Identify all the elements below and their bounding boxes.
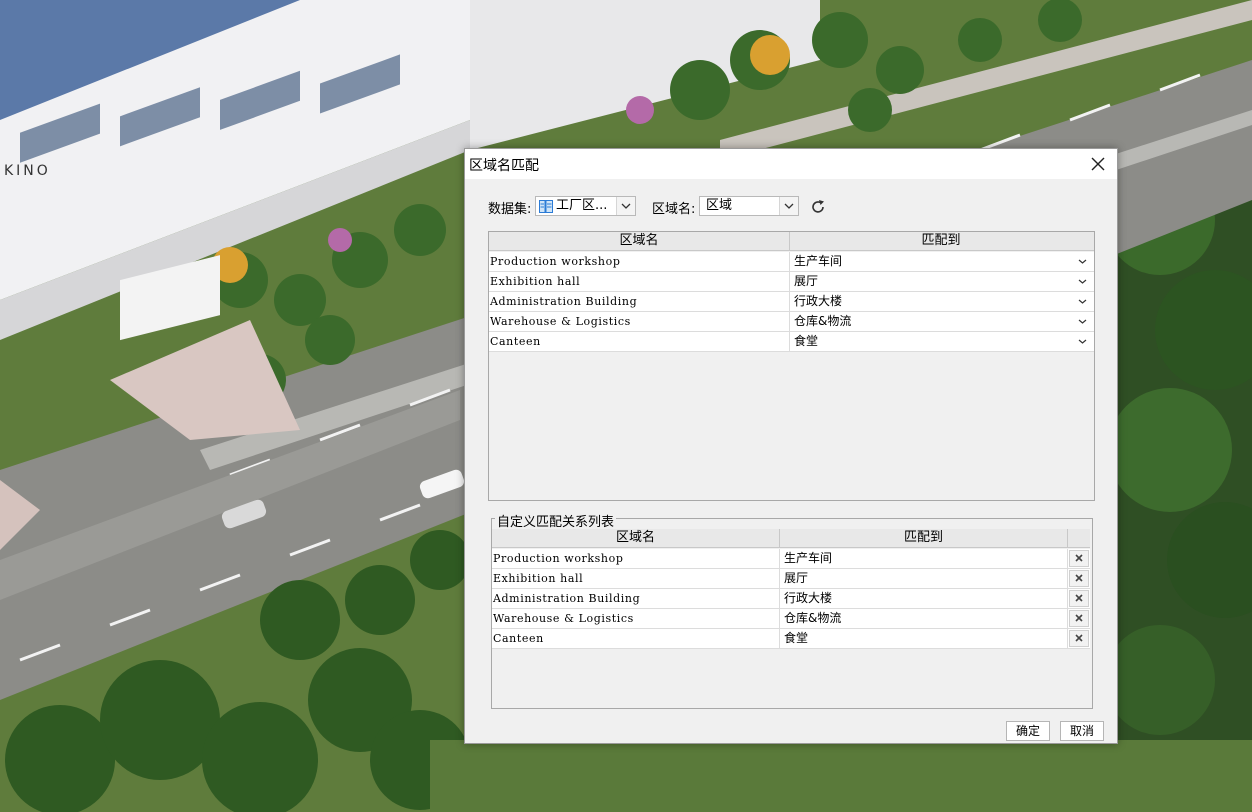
region-field-value: 区域 (706, 198, 733, 213)
building-sign: KINO (4, 163, 51, 179)
custom-header-matched-to: 匹配到 (780, 529, 1068, 547)
region-name-cell: Production workshop (489, 252, 790, 271)
custom-match-cell: 生产车间 (780, 549, 1068, 568)
table-row[interactable]: Warehouse & Logistics 仓库&物流 (489, 312, 1094, 332)
chevron-down-icon (784, 203, 794, 209)
region-name-cell: Administration Building (489, 292, 790, 311)
delete-row-button[interactable] (1069, 590, 1089, 607)
cancel-button[interactable]: 取消 (1060, 721, 1104, 741)
delete-x-icon (1075, 614, 1083, 622)
table-row[interactable]: Administration Building 行政大楼 (489, 292, 1094, 312)
region-match-dialog: 区域名匹配 数据集: 工厂区... 区域名: 区域 区域名 匹配到 Produc… (464, 148, 1118, 744)
close-button[interactable] (1087, 153, 1109, 175)
match-combobox-cell[interactable]: 仓库&物流 (790, 312, 1092, 331)
ok-button[interactable]: 确定 (1006, 721, 1050, 741)
table-row[interactable]: Exhibition hall 展厅 (489, 272, 1094, 292)
match-dropdown-arrow[interactable] (1074, 252, 1090, 271)
table-row[interactable]: Canteen 食堂 (492, 629, 1090, 649)
custom-match-cell: 食堂 (780, 629, 1068, 648)
match-table-header: 区域名 匹配到 (489, 232, 1094, 251)
dataset-dropdown-arrow[interactable] (616, 197, 635, 215)
match-dropdown-arrow[interactable] (1074, 312, 1090, 331)
delete-row-button[interactable] (1069, 570, 1089, 587)
region-name-cell: Warehouse & Logistics (489, 312, 790, 331)
match-value: 行政大楼 (794, 294, 843, 308)
region-field-dropdown-arrow[interactable] (779, 197, 798, 215)
chevron-down-icon (1078, 319, 1087, 324)
match-value: 展厅 (794, 274, 819, 288)
custom-region-name-cell: Canteen (492, 629, 780, 648)
table-row[interactable]: Production workshop 生产车间 (492, 549, 1090, 569)
chevron-down-icon (1078, 279, 1087, 284)
custom-header-action (1068, 529, 1088, 547)
match-header-matched-to: 匹配到 (921, 233, 961, 248)
custom-match-cell: 展厅 (780, 569, 1068, 588)
delete-x-icon (1075, 594, 1083, 602)
match-header-region-name: 区域名 (489, 232, 790, 250)
delete-x-icon (1075, 634, 1083, 642)
match-combobox-cell[interactable]: 展厅 (790, 272, 1092, 291)
match-dropdown-arrow[interactable] (1074, 332, 1090, 351)
dataset-label: 数据集: (488, 202, 532, 217)
dialog-title: 区域名匹配 (469, 158, 539, 174)
match-dropdown-arrow[interactable] (1074, 292, 1090, 311)
region-match-table: 区域名 匹配到 Production workshop 生产车间 Exhibit… (488, 231, 1095, 501)
region-name-cell: Exhibition hall (489, 272, 790, 291)
region-name-cell: Canteen (489, 332, 790, 351)
chevron-down-icon (1078, 339, 1087, 344)
delete-x-icon (1075, 554, 1083, 562)
chevron-down-icon (621, 203, 631, 209)
delete-row-button[interactable] (1069, 630, 1089, 647)
table-row[interactable]: Production workshop 生产车间 (489, 252, 1094, 272)
match-value: 仓库&物流 (794, 314, 852, 328)
region-field-label: 区域名: (652, 202, 696, 217)
table-row[interactable]: Warehouse & Logistics 仓库&物流 (492, 609, 1090, 629)
table-row[interactable]: Administration Building 行政大楼 (492, 589, 1090, 609)
match-combobox-cell[interactable]: 生产车间 (790, 252, 1092, 271)
custom-region-name-cell: Exhibition hall (492, 569, 780, 588)
table-row[interactable]: Canteen 食堂 (489, 332, 1094, 352)
refresh-icon (812, 200, 824, 213)
match-value: 生产车间 (794, 254, 843, 268)
custom-region-name-cell: Warehouse & Logistics (492, 609, 780, 628)
custom-header-region-name: 区域名 (492, 529, 780, 547)
delete-x-icon (1075, 574, 1083, 582)
match-combobox-cell[interactable]: 食堂 (790, 332, 1092, 351)
custom-match-cell: 仓库&物流 (780, 609, 1068, 628)
chevron-down-icon (1078, 299, 1087, 304)
custom-region-name-cell: Production workshop (492, 549, 780, 568)
table-row[interactable]: Exhibition hall 展厅 (492, 569, 1090, 589)
dataset-combobox[interactable]: 工厂区... (535, 196, 636, 216)
custom-table-empty-area (492, 649, 1090, 705)
custom-match-group-title: 自定义匹配关系列表 (495, 511, 617, 530)
dataset-icon (539, 200, 553, 219)
delete-row-button[interactable] (1069, 550, 1089, 567)
chevron-down-icon (1078, 259, 1087, 264)
custom-table-header: 区域名 匹配到 (492, 529, 1090, 548)
match-combobox-cell[interactable]: 行政大楼 (790, 292, 1092, 311)
refresh-button[interactable] (809, 198, 827, 216)
match-dropdown-arrow[interactable] (1074, 272, 1090, 291)
delete-row-button[interactable] (1069, 610, 1089, 627)
close-icon (1091, 157, 1105, 171)
custom-match-cell: 行政大楼 (780, 589, 1068, 608)
region-field-combobox[interactable]: 区域 (699, 196, 799, 216)
custom-match-table: 区域名 匹配到 Production workshop 生产车间 Exhibit… (492, 529, 1090, 707)
custom-region-name-cell: Administration Building (492, 589, 780, 608)
dataset-value: 工厂区... (556, 198, 608, 213)
dialog-titlebar[interactable]: 区域名匹配 (465, 149, 1117, 179)
match-value: 食堂 (794, 334, 819, 348)
